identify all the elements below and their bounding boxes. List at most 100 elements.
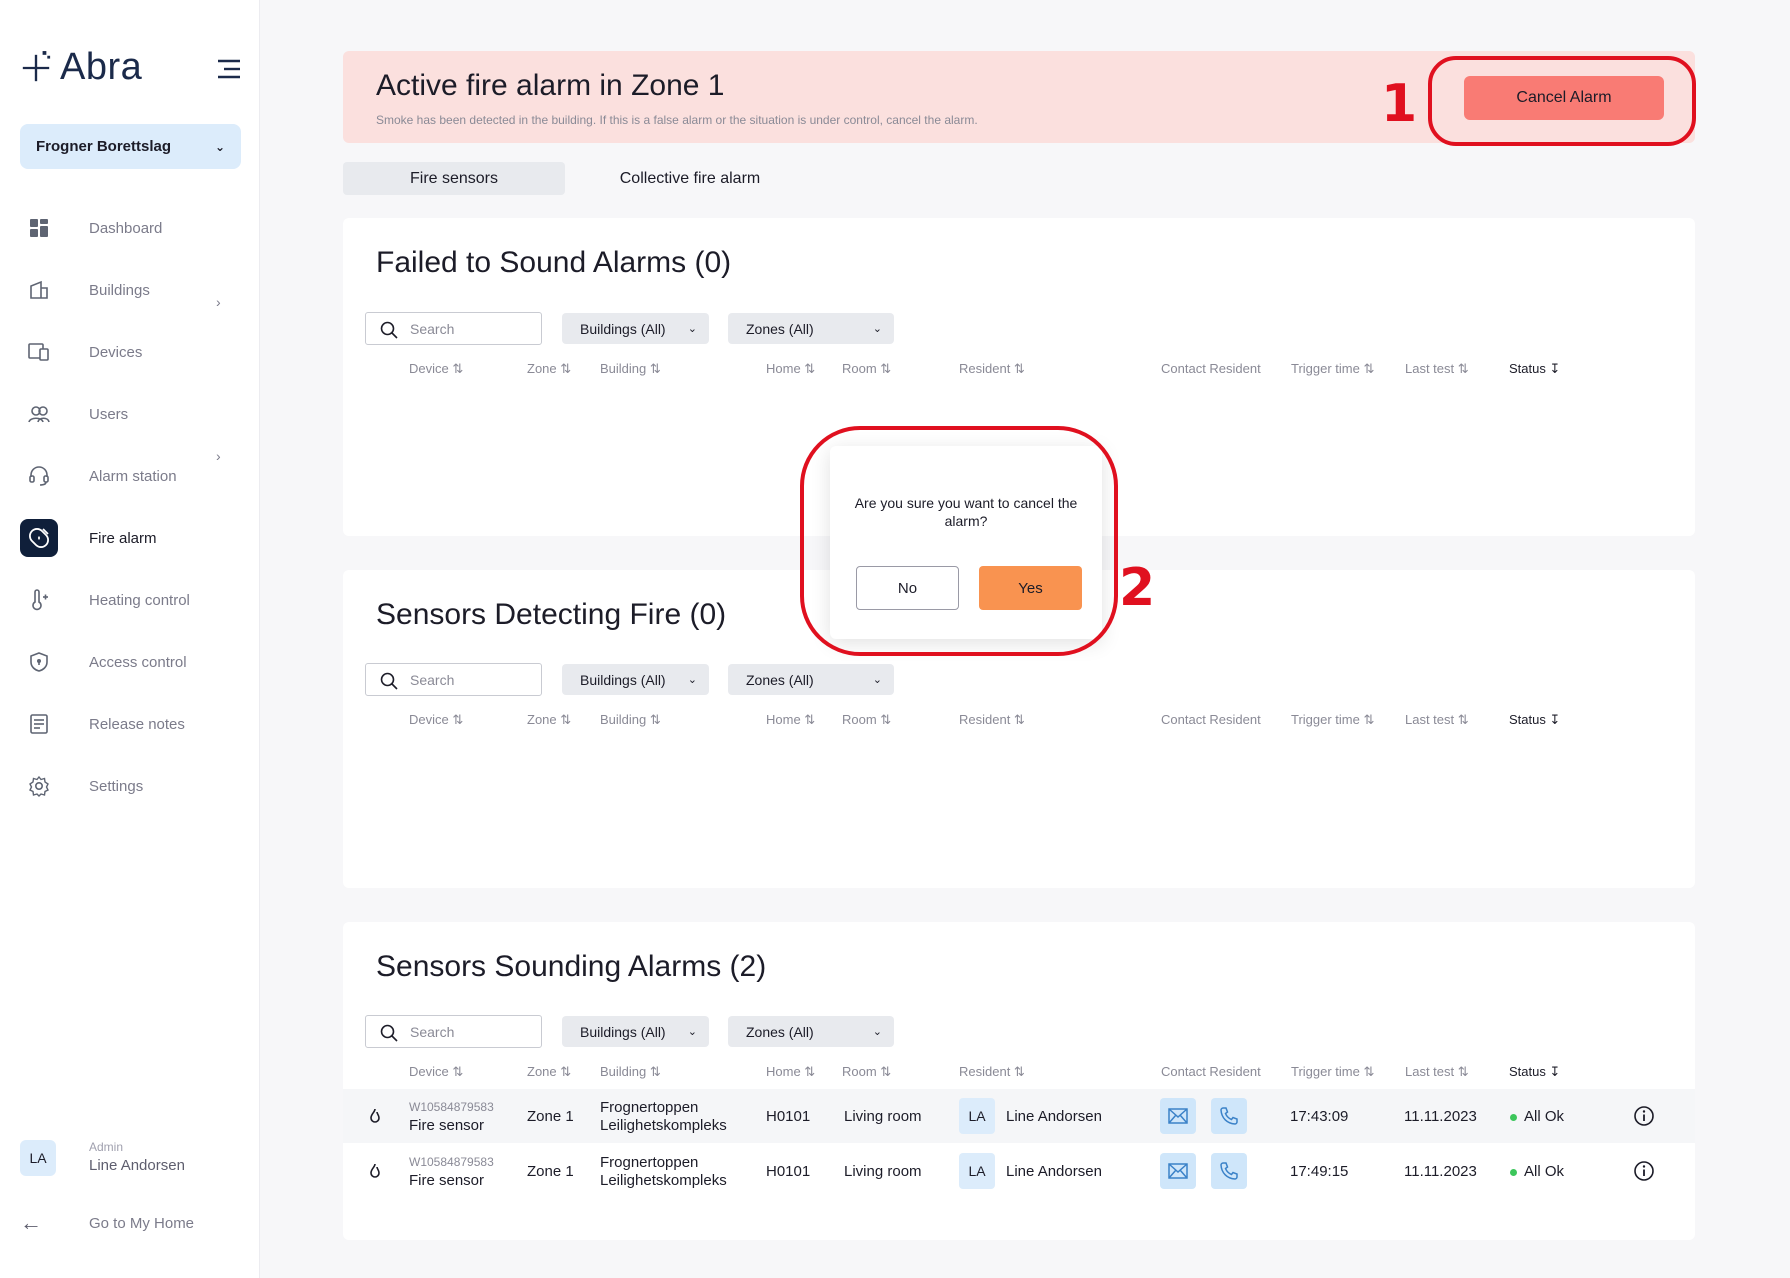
col-zone[interactable]: Zone ⇅ — [527, 1064, 571, 1080]
search-input[interactable]: Search — [365, 312, 542, 345]
buildings-filter[interactable]: Buildings (All) ⌄ — [562, 664, 709, 695]
nav-item-users[interactable]: Users — [20, 394, 241, 434]
col-trigger-time[interactable]: Trigger time ⇅ — [1291, 1064, 1374, 1080]
section-title: Sensors Sounding Alarms (2) — [376, 950, 767, 983]
nav-item-access-control[interactable]: Access control — [20, 642, 241, 682]
annotation-number-2: 2 — [1119, 558, 1156, 618]
room: Living room — [844, 1108, 922, 1125]
user-profile[interactable]: LA Admin Line Andorsen — [20, 1140, 185, 1176]
col-building[interactable]: Building ⇅ — [600, 712, 661, 728]
section-title: Sensors Detecting Fire (0) — [376, 598, 727, 631]
table-row[interactable]: W10584879583 Fire sensor Zone 1 Frognert… — [343, 1089, 1695, 1143]
sidebar: Abra Frogner Borettslag ⌄ Dashboard Buil… — [0, 0, 260, 1278]
nav-item-settings[interactable]: Settings — [20, 766, 241, 806]
fire-icon — [370, 1163, 380, 1178]
building-name-line2: Leilighetskompleks — [600, 1117, 727, 1134]
annotation-number-1: 1 — [1381, 74, 1418, 134]
search-input[interactable]: Search — [365, 663, 542, 696]
col-resident[interactable]: Resident ⇅ — [959, 361, 1025, 377]
col-contact-resident: Contact Resident — [1161, 361, 1261, 376]
shield-icon — [20, 643, 58, 681]
col-zone[interactable]: Zone ⇅ — [527, 361, 571, 377]
nav-item-fire-alarm[interactable]: Fire alarm — [20, 518, 241, 558]
chevron-down-icon: ⌄ — [687, 323, 697, 335]
zone: Zone 1 — [527, 1108, 574, 1125]
col-status[interactable]: Status ↧ — [1509, 712, 1560, 728]
col-last-test[interactable]: Last test ⇅ — [1405, 361, 1469, 377]
col-zone[interactable]: Zone ⇅ — [527, 712, 571, 728]
search-placeholder: Search — [410, 320, 455, 337]
phone-icon — [1220, 1107, 1238, 1125]
building-name-line1: Frognertoppen — [600, 1154, 699, 1171]
nav-item-release-notes[interactable]: Release notes — [20, 704, 241, 744]
table-row[interactable]: W10584879583 Fire sensor Zone 1 Frognert… — [343, 1144, 1695, 1198]
email-resident-button[interactable] — [1160, 1153, 1196, 1189]
nav-label: Access control — [89, 653, 187, 671]
nav-item-alarm-station[interactable]: Alarm station › — [20, 448, 241, 496]
building-icon — [20, 271, 58, 309]
nav-item-heating-control[interactable]: Heating control — [20, 580, 241, 620]
device-type: Fire sensor — [409, 1117, 485, 1134]
col-status[interactable]: Status ↧ — [1509, 1064, 1560, 1080]
status-ok-dot — [1510, 1169, 1517, 1176]
col-last-test[interactable]: Last test ⇅ — [1405, 1064, 1469, 1080]
col-trigger-time[interactable]: Trigger time ⇅ — [1291, 361, 1374, 377]
email-resident-button[interactable] — [1160, 1098, 1196, 1134]
buildings-filter-value: Buildings (All) — [580, 1023, 666, 1040]
search-icon — [380, 1024, 398, 1042]
col-resident[interactable]: Resident ⇅ — [959, 1064, 1025, 1080]
home: H0101 — [766, 1163, 811, 1180]
view-tabs: Fire sensors Collective fire alarm — [343, 162, 815, 195]
zones-filter[interactable]: Zones (All) ⌄ — [728, 1016, 894, 1047]
annotation-highlight-dialog — [800, 426, 1118, 656]
nav-label: Devices — [89, 343, 143, 361]
col-room[interactable]: Room ⇅ — [842, 1064, 891, 1080]
buildings-filter[interactable]: Buildings (All) ⌄ — [562, 1016, 709, 1047]
zones-filter-value: Zones (All) — [746, 671, 814, 688]
nav-label: Release notes — [89, 715, 185, 733]
last-test: 11.11.2023 — [1404, 1163, 1477, 1180]
col-device[interactable]: Device ⇅ — [409, 361, 463, 377]
col-device[interactable]: Device ⇅ — [409, 1064, 463, 1080]
nav-label: Fire alarm — [89, 529, 157, 547]
fire-icon — [370, 1108, 380, 1123]
col-building[interactable]: Building ⇅ — [600, 361, 661, 377]
tab-fire-sensors[interactable]: Fire sensors — [343, 162, 565, 195]
user-role: Admin — [89, 1140, 124, 1154]
avatar: LA — [959, 1098, 995, 1134]
search-input[interactable]: Search — [365, 1015, 542, 1048]
search-icon — [380, 321, 398, 339]
organization-select[interactable]: Frogner Borettslag ⌄ — [20, 124, 241, 169]
info-icon[interactable] — [1633, 1160, 1655, 1182]
buildings-filter[interactable]: Buildings (All) ⌄ — [562, 313, 709, 344]
nav-item-dashboard[interactable]: Dashboard — [20, 208, 241, 248]
search-placeholder: Search — [410, 671, 455, 688]
call-resident-button[interactable] — [1211, 1153, 1247, 1189]
gear-icon — [20, 767, 58, 805]
go-to-my-home-link[interactable]: ← Go to My Home — [20, 1210, 194, 1236]
tab-collective-fire-alarm[interactable]: Collective fire alarm — [565, 162, 815, 195]
info-icon[interactable] — [1633, 1105, 1655, 1127]
col-device[interactable]: Device ⇅ — [409, 712, 463, 728]
col-last-test[interactable]: Last test ⇅ — [1405, 712, 1469, 728]
col-home[interactable]: Home ⇅ — [766, 712, 815, 728]
nav-item-buildings[interactable]: Buildings › — [20, 270, 241, 310]
nav-item-devices[interactable]: Devices — [20, 332, 241, 372]
chevron-down-icon: ⌄ — [872, 323, 882, 335]
call-resident-button[interactable] — [1211, 1098, 1247, 1134]
col-status[interactable]: Status ↧ — [1509, 361, 1560, 377]
col-home[interactable]: Home ⇅ — [766, 361, 815, 377]
zones-filter[interactable]: Zones (All) ⌄ — [728, 313, 894, 344]
col-contact-resident: Contact Resident — [1161, 1064, 1261, 1079]
col-room[interactable]: Room ⇅ — [842, 712, 891, 728]
go-to-my-home-label: Go to My Home — [89, 1214, 195, 1232]
col-home[interactable]: Home ⇅ — [766, 1064, 815, 1080]
col-building[interactable]: Building ⇅ — [600, 1064, 661, 1080]
col-room[interactable]: Room ⇅ — [842, 361, 891, 377]
status-badge: All Ok — [1524, 1163, 1565, 1180]
collapse-menu-icon[interactable] — [216, 58, 242, 80]
col-trigger-time[interactable]: Trigger time ⇅ — [1291, 712, 1374, 728]
zones-filter[interactable]: Zones (All) ⌄ — [728, 664, 894, 695]
brand-logo[interactable]: Abra — [20, 46, 142, 89]
col-resident[interactable]: Resident ⇅ — [959, 712, 1025, 728]
